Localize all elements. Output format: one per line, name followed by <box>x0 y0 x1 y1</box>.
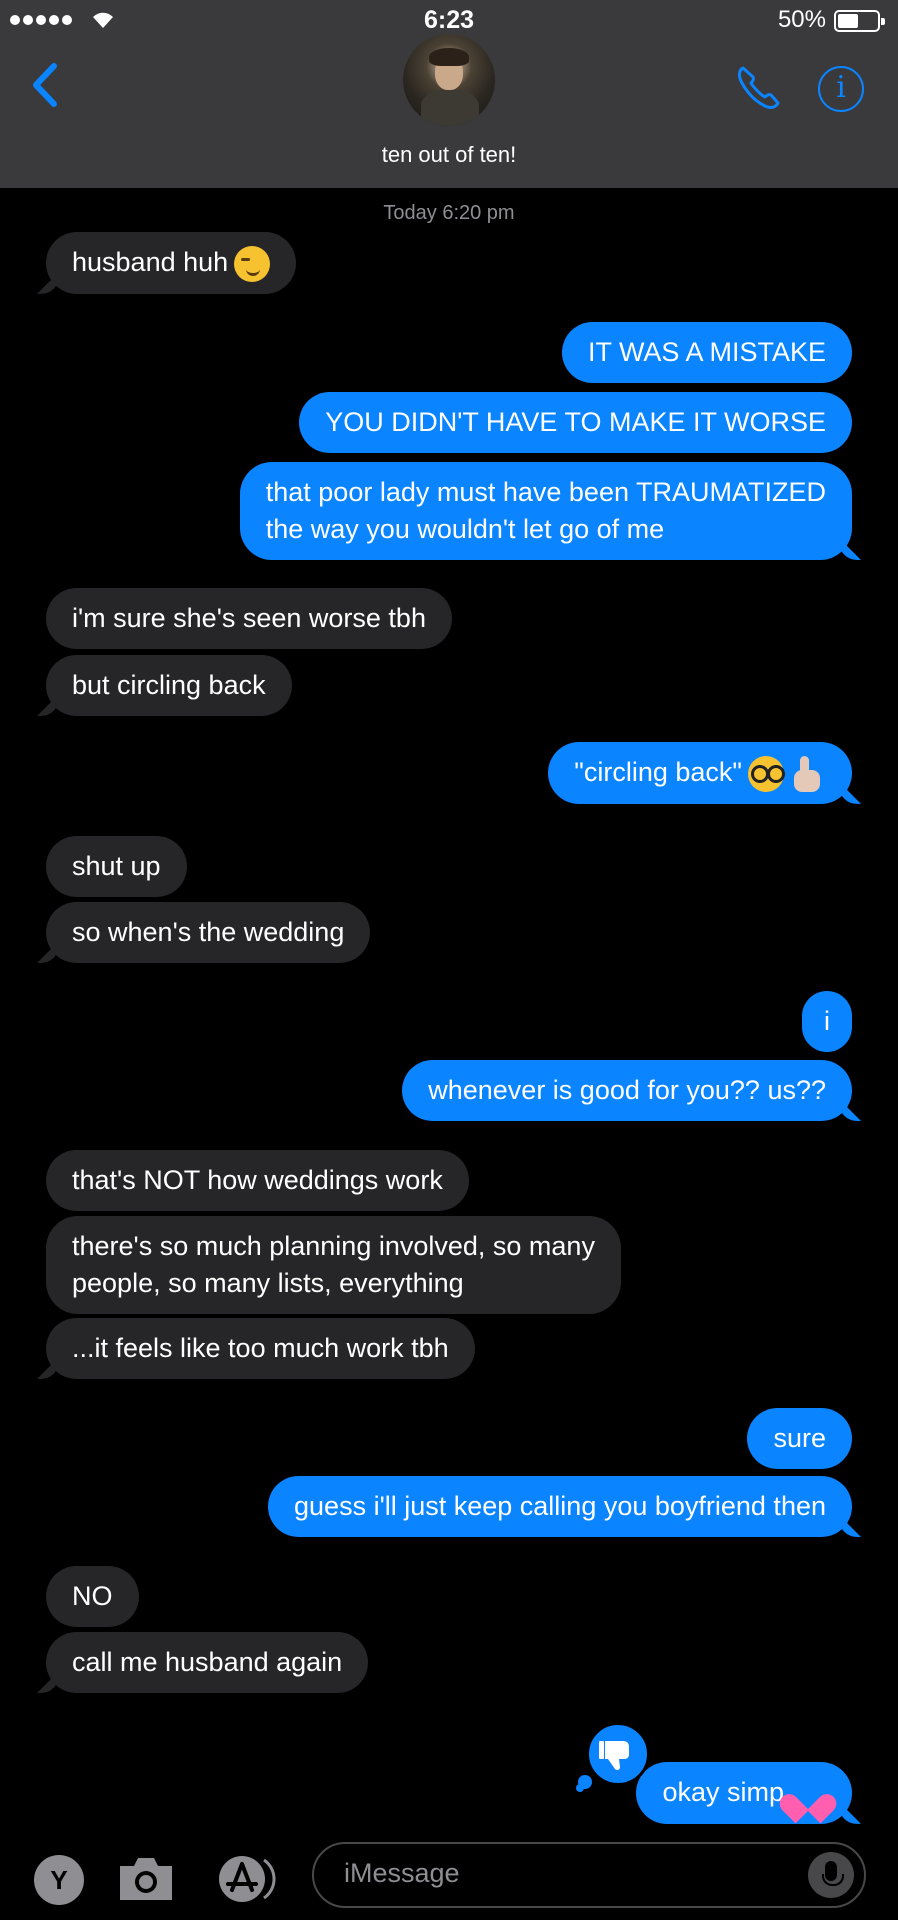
microphone-icon[interactable] <box>808 1852 854 1898</box>
thread-timestamp: Today 6:20 pm <box>383 202 515 224</box>
status-time: 6:23 <box>423 6 475 34</box>
received-message[interactable]: i'm sure she's seen worse tbh <box>46 588 452 649</box>
camera-icon[interactable] <box>116 1852 176 1904</box>
message-text: that's NOT how weddings work <box>72 1165 443 1195</box>
contact-avatar[interactable] <box>403 34 495 126</box>
sent-message[interactable]: i <box>802 991 852 1052</box>
message-text: husband huh <box>72 247 229 277</box>
received-message[interactable]: shut up <box>46 836 187 897</box>
heart-emoji-icon <box>790 1776 826 1812</box>
conversation-header: 6:23 50% ten out of ten! i <box>0 0 898 188</box>
message-text: ...it feels like too much work tbh <box>72 1333 449 1363</box>
message-text: i'm sure she's seen worse tbh <box>72 603 426 633</box>
imessage-input[interactable]: iMessage <box>312 1842 866 1908</box>
message-text: okay simp <box>662 1777 784 1807</box>
message-text-line: there's so much planning involved, so ma… <box>72 1231 595 1261</box>
battery-percentage: 50% <box>777 6 826 33</box>
pointing-up-emoji-icon <box>790 755 826 792</box>
message-text: NO <box>72 1581 113 1611</box>
tapback-reaction[interactable] <box>586 1722 650 1786</box>
sent-message[interactable]: "circling back" <box>548 742 852 804</box>
message-text: so when's the wedding <box>72 917 345 947</box>
app-drawer-button[interactable]: Y <box>34 1855 84 1905</box>
received-message[interactable]: husband huh <box>46 232 297 294</box>
message-text-line: the way you wouldn't let go of me <box>265 514 665 544</box>
message-text-line: that poor lady must have been TRAUMATIZE… <box>265 477 826 507</box>
sent-message[interactable]: that poor lady must have been TRAUMATIZE… <box>239 462 852 560</box>
sent-message[interactable]: whenever is good for you?? us?? <box>402 1060 852 1121</box>
received-message[interactable]: ...it feels like too much work tbh <box>46 1318 475 1379</box>
battery-icon <box>834 10 885 32</box>
phone-icon[interactable] <box>733 62 783 112</box>
app-store-icon[interactable] <box>212 1854 280 1904</box>
sent-message[interactable]: sure <box>747 1408 852 1469</box>
message-text: but circling back <box>72 670 266 700</box>
message-text: sure <box>773 1423 826 1453</box>
message-text: IT WAS A MISTAKE <box>587 337 826 367</box>
received-message[interactable]: but circling back <box>46 655 292 716</box>
sent-message[interactable]: IT WAS A MISTAKE <box>561 322 852 383</box>
message-text: YOU DIDN'T HAVE TO MAKE IT WORSE <box>325 407 826 437</box>
message-text: guess i'll just keep calling you boyfrie… <box>294 1491 826 1521</box>
received-message[interactable]: there's so much planning involved, so ma… <box>46 1216 621 1314</box>
contact-name[interactable]: ten out of ten! <box>0 142 898 168</box>
nerd-face-emoji-icon <box>748 755 785 792</box>
message-text: whenever is good for you?? us?? <box>428 1075 826 1105</box>
info-icon[interactable]: i <box>818 66 864 112</box>
back-chevron-icon[interactable] <box>26 60 66 110</box>
message-text: i <box>824 1006 830 1036</box>
received-message[interactable]: NO <box>46 1566 139 1627</box>
received-message[interactable]: so when's the wedding <box>46 902 371 963</box>
smirk-emoji-icon <box>234 245 271 282</box>
sent-message[interactable]: guess i'll just keep calling you boyfrie… <box>268 1476 852 1537</box>
sent-message[interactable]: YOU DIDN'T HAVE TO MAKE IT WORSE <box>299 392 852 453</box>
received-message[interactable]: that's NOT how weddings work <box>46 1150 469 1211</box>
sent-message[interactable]: okay simp <box>636 1762 852 1824</box>
message-text: shut up <box>72 851 161 881</box>
message-text: "circling back" <box>574 757 742 787</box>
received-message[interactable]: call me husband again <box>46 1632 369 1693</box>
message-text: call me husband again <box>72 1647 343 1677</box>
message-text-line: people, so many lists, everything <box>72 1268 464 1298</box>
thumbs-down-icon <box>599 1741 629 1771</box>
